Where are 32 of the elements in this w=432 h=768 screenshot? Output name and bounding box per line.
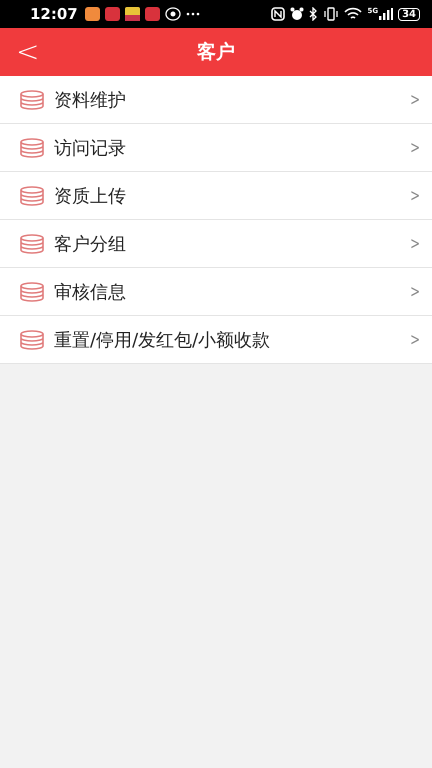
- database-icon: [19, 186, 45, 206]
- menu-item[interactable]: 审核信息 >: [0, 268, 432, 316]
- database-icon: [19, 330, 45, 350]
- bluetooth-icon: [309, 7, 318, 21]
- vibrate-icon: [323, 7, 340, 21]
- database-icon: [19, 90, 45, 110]
- database-icon: [19, 282, 45, 302]
- app-notification-icon: [104, 7, 120, 21]
- battery-indicator: 34: [398, 8, 420, 20]
- chevron: >: [410, 186, 420, 206]
- app-notification-icon: [84, 7, 100, 21]
- menu-item[interactable]: 客户分组 >: [0, 220, 432, 268]
- page-title: 客户: [197, 40, 235, 65]
- chevron: >: [410, 90, 420, 110]
- database-icon: [19, 138, 45, 158]
- more-icon: [186, 12, 200, 16]
- chevron: >: [410, 234, 420, 254]
- chevron: >: [410, 282, 420, 302]
- app-notification-icon: [144, 7, 160, 21]
- chevron: >: [410, 330, 420, 350]
- status-time: 12:07: [30, 5, 78, 23]
- menu-item[interactable]: 访问记录 >: [0, 124, 432, 172]
- chevron: >: [410, 138, 420, 158]
- signal-icon: [379, 8, 394, 20]
- nfc-icon: [271, 7, 286, 21]
- app-notification-icon: [124, 7, 140, 21]
- back-button[interactable]: <: [10, 34, 46, 70]
- menu-item[interactable]: 重置/停用/发红包/小额收款 >: [0, 316, 432, 364]
- menu-item[interactable]: 资料维护 >: [0, 76, 432, 124]
- menu-item[interactable]: 资质上传 >: [0, 172, 432, 220]
- database-icon: [19, 234, 45, 254]
- wifi-icon: [344, 7, 362, 21]
